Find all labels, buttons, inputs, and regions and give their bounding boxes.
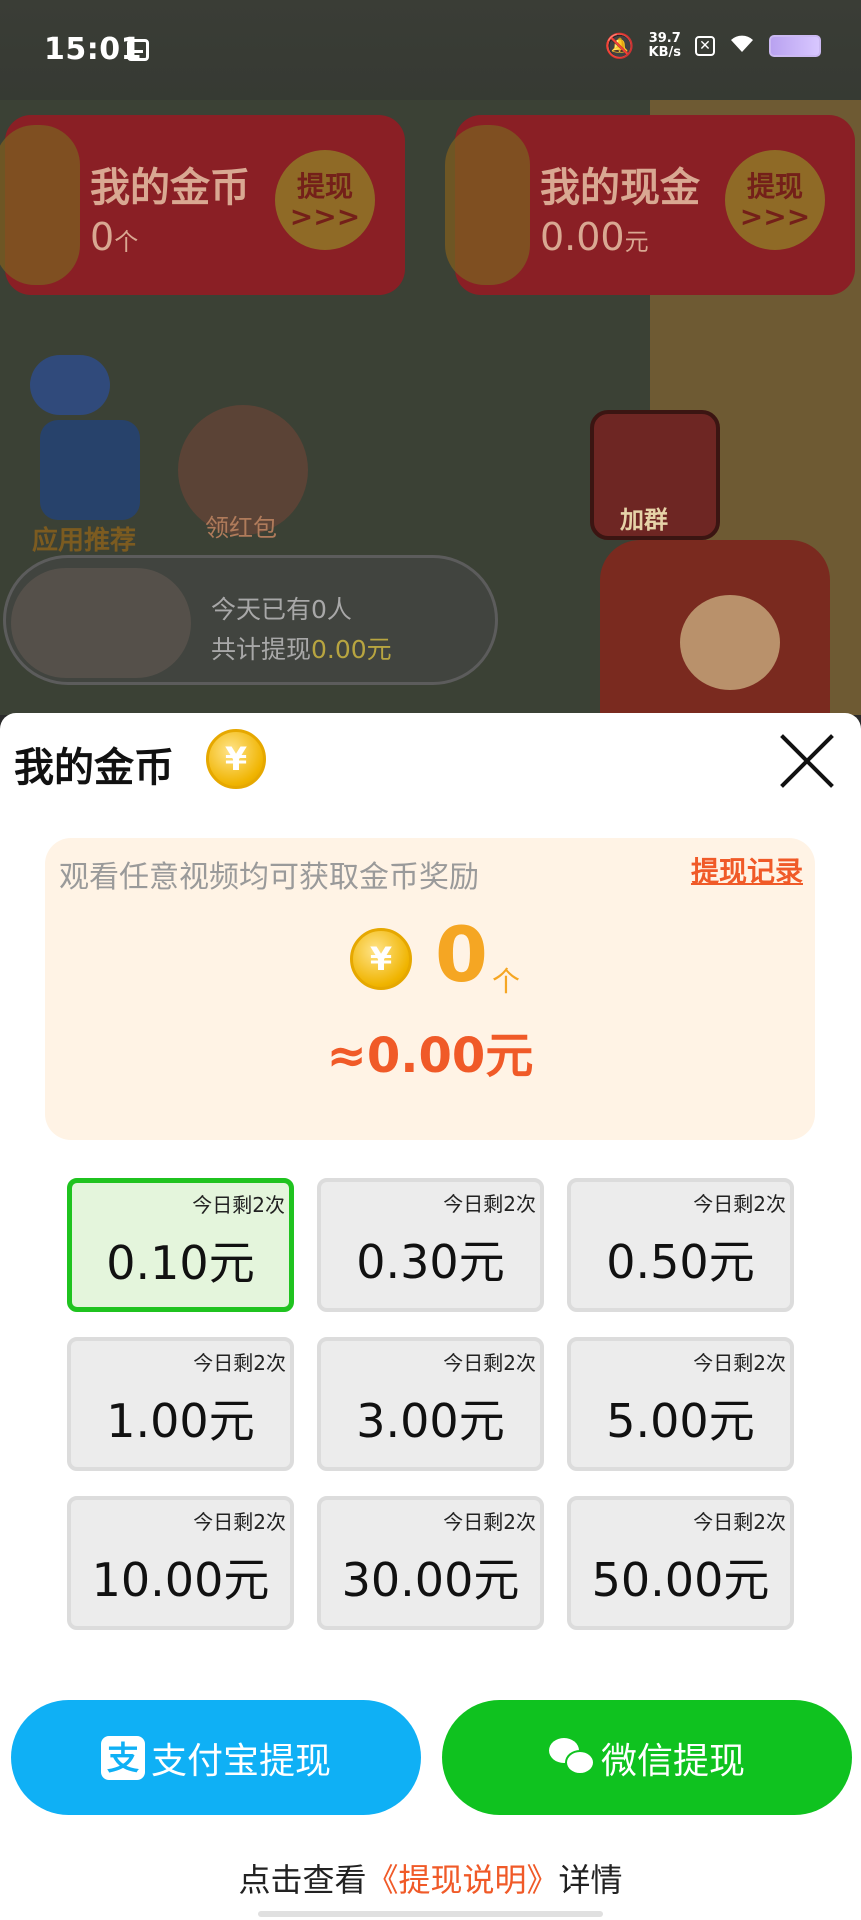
status-bar: 15:01 🔕 39.7 KB/s ✕ xyxy=(0,0,861,100)
my-coins-sheet: 我的金币 ¥ 观看任意视频均可获取金币奖励 提现记录 ¥ 0 个 ≈0.00元 … xyxy=(0,713,861,1920)
option-amount: 0.50元 xyxy=(606,1235,755,1289)
footer-suffix: 详情 xyxy=(558,1861,623,1899)
app-recommend-label: 应用推荐 xyxy=(32,526,137,556)
ticker-total-amount: 0.00元 xyxy=(311,635,392,664)
robot-assistant-icon xyxy=(30,355,110,415)
cash-equivalent: ≈0.00元 xyxy=(326,1028,534,1084)
wechat-withdraw-label: 微信提现 xyxy=(600,1740,745,1782)
coin-icon: ¥ xyxy=(350,928,412,990)
option-remaining: 今日剩2次 xyxy=(443,1192,536,1216)
ticker-total-prefix: 共计提现 xyxy=(211,635,312,664)
my-coins-value: 0个 xyxy=(90,215,138,259)
wechat-icon xyxy=(548,1737,595,1778)
network-speed-value: 39.7 xyxy=(648,31,681,46)
option-remaining: 今日剩2次 xyxy=(192,1193,285,1217)
withdraw-history-link[interactable]: 提现记录 xyxy=(691,850,803,890)
my-coins-unit: 个 xyxy=(114,228,139,256)
option-remaining: 今日剩2次 xyxy=(693,1351,786,1375)
withdraw-option[interactable]: 今日剩2次 0.10元 xyxy=(67,1178,294,1312)
footer-prefix: 点击查看 xyxy=(238,1861,367,1899)
my-coins-withdraw-button: 提现 >>> xyxy=(275,150,375,250)
ticker-avatars xyxy=(11,568,191,678)
option-amount: 50.00元 xyxy=(591,1553,770,1607)
wechat-withdraw-button[interactable]: 微信提现 xyxy=(442,1700,852,1815)
option-remaining: 今日剩2次 xyxy=(443,1510,536,1534)
red-packet-label: 领红包 xyxy=(205,514,277,542)
withdraw-ticker: 今天已有0人 共计提现0.00元 xyxy=(3,555,498,685)
coin-emblem-icon xyxy=(0,125,80,285)
close-button[interactable] xyxy=(777,731,837,791)
battery-icon xyxy=(769,35,821,57)
coin-balance: 0 xyxy=(435,910,488,999)
ticker-people-count: 今天已有0人 xyxy=(211,595,352,624)
option-amount: 10.00元 xyxy=(91,1553,270,1607)
my-cash-card: 我的现金 0.00元 提现 >>> xyxy=(445,115,855,295)
my-coins-card: 我的金币 0个 提现 >>> xyxy=(0,115,405,295)
option-amount: 3.00元 xyxy=(356,1394,505,1448)
coin-balance-unit: 个 xyxy=(492,965,521,998)
option-amount: 30.00元 xyxy=(341,1553,520,1607)
withdraw-option[interactable]: 今日剩2次 3.00元 xyxy=(317,1337,544,1471)
sheet-title: 我的金币 xyxy=(14,745,174,791)
earn-tip: 观看任意视频均可获取金币奖励 xyxy=(59,860,479,895)
my-cash-withdraw-label: 提现 xyxy=(746,170,803,203)
background-app: 我的金币 0个 提现 >>> 我的现金 0.00元 提现 >>> 应用推荐 领红包 … xyxy=(0,0,861,715)
my-coins-title: 我的金币 xyxy=(90,165,250,211)
withdraw-option[interactable]: 今日剩2次 0.30元 xyxy=(317,1178,544,1312)
calendar-icon xyxy=(127,39,149,61)
my-coins-withdraw-label: 提现 xyxy=(296,170,353,203)
option-remaining: 今日剩2次 xyxy=(443,1351,536,1375)
withdraw-option[interactable]: 今日剩2次 50.00元 xyxy=(567,1496,794,1630)
withdraw-option[interactable]: 今日剩2次 0.50元 xyxy=(567,1178,794,1312)
wifi-icon xyxy=(729,32,755,60)
alipay-withdraw-button[interactable]: 支 支付宝提现 xyxy=(11,1700,421,1815)
option-amount: 0.30元 xyxy=(356,1235,505,1289)
my-coins-amount: 0 xyxy=(90,215,115,259)
ticker-total: 共计提现0.00元 xyxy=(211,630,392,666)
option-amount: 5.00元 xyxy=(606,1394,755,1448)
network-speed: 39.7 KB/s xyxy=(649,32,681,60)
alipay-withdraw-label: 支付宝提现 xyxy=(150,1740,331,1782)
alipay-icon: 支 xyxy=(100,1735,145,1780)
option-amount: 1.00元 xyxy=(106,1394,255,1448)
home-indicator[interactable] xyxy=(258,1911,603,1917)
option-remaining: 今日剩2次 xyxy=(193,1510,286,1534)
withdraw-options: 今日剩2次 0.10元 今日剩2次 0.30元 今日剩2次 0.50元 今日剩2… xyxy=(67,1178,794,1630)
option-remaining: 今日剩2次 xyxy=(693,1192,786,1216)
withdraw-option[interactable]: 今日剩2次 30.00元 xyxy=(317,1496,544,1630)
withdraw-option[interactable]: 今日剩2次 1.00元 xyxy=(67,1337,294,1471)
coin-icon: ¥ xyxy=(206,729,266,789)
option-remaining: 今日剩2次 xyxy=(193,1351,286,1375)
bell-muted-icon: 🔕 xyxy=(604,32,635,60)
balance-panel: 观看任意视频均可获取金币奖励 提现记录 ¥ 0 个 ≈0.00元 xyxy=(45,838,815,1140)
join-group-label: 加群 xyxy=(620,506,668,534)
option-amount: 0.10元 xyxy=(106,1236,255,1290)
my-cash-unit: 元 xyxy=(624,228,649,256)
app-recommend-icon xyxy=(40,420,140,520)
my-cash-title: 我的现金 xyxy=(540,165,700,211)
withdraw-option[interactable]: 今日剩2次 10.00元 xyxy=(67,1496,294,1630)
network-speed-unit: KB/s xyxy=(648,45,681,60)
footer-note: 点击查看《提现说明》详情 xyxy=(0,1855,861,1901)
cash-emblem-icon xyxy=(445,125,530,285)
option-remaining: 今日剩2次 xyxy=(693,1510,786,1534)
fortune-god-face xyxy=(680,595,780,690)
x-app-icon: ✕ xyxy=(695,36,715,56)
my-cash-value: 0.00元 xyxy=(540,215,649,259)
withdraw-option[interactable]: 今日剩2次 5.00元 xyxy=(567,1337,794,1471)
withdraw-instructions-link[interactable]: 《提现说明》 xyxy=(366,1861,558,1899)
my-cash-withdraw-button: 提现 >>> xyxy=(725,150,825,250)
my-cash-amount: 0.00 xyxy=(540,215,625,259)
status-icons: 🔕 39.7 KB/s ✕ xyxy=(605,32,821,60)
